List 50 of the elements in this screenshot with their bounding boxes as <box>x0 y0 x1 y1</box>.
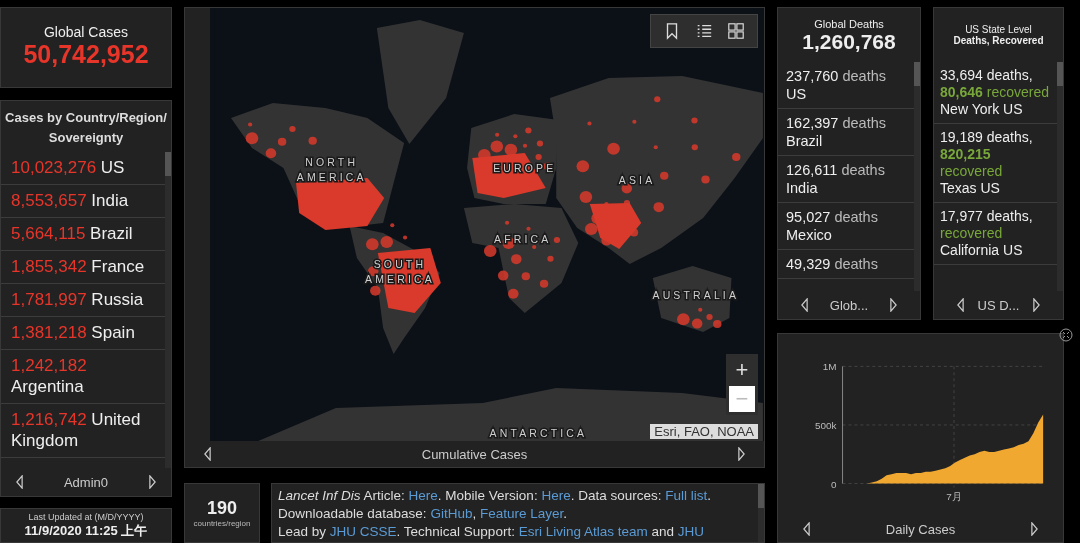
link[interactable]: Here <box>408 488 438 503</box>
panel-title: Cases by Country/Region/Sovereignty <box>4 109 168 147</box>
link[interactable]: Here <box>541 488 571 503</box>
last-updated-time: 11/9/2020 11:25 上午 <box>23 522 149 540</box>
scrollbar[interactable] <box>914 62 920 291</box>
panel-title: Global Cases <box>42 24 129 40</box>
y-tick-label: 500k <box>815 419 837 431</box>
scrollbar[interactable] <box>1057 62 1063 291</box>
scrollbar[interactable] <box>758 484 764 542</box>
y-tick-label: 0 <box>831 478 837 490</box>
panel-tab-label[interactable]: Daily Cases <box>885 521 956 537</box>
left-arrow-icon[interactable] <box>203 447 212 461</box>
panel-title: Global Deaths <box>813 18 885 30</box>
right-arrow-icon[interactable] <box>148 475 157 489</box>
right-arrow-icon[interactable] <box>1030 522 1039 536</box>
global-cases-count: 50,742,952 <box>22 40 150 69</box>
right-arrow-icon[interactable] <box>1032 298 1041 312</box>
info-paragraph: Lead by JHU CSSE. Technical Support: Esri Living Atlas team and JHU <box>278 523 705 541</box>
last-updated-label: Last Updated at (M/D/YYYY) <box>27 512 145 522</box>
panel-tab-label[interactable]: US D... <box>977 297 1020 313</box>
left-arrow-icon[interactable] <box>15 475 24 489</box>
right-arrow-icon[interactable] <box>737 447 746 461</box>
panel-tab-label[interactable]: Glob... <box>829 297 869 313</box>
link[interactable]: JHU CSSE <box>329 524 397 539</box>
x-axis-annotation: 7月 <box>946 491 962 503</box>
grid-icon[interactable] <box>727 22 745 40</box>
global-deaths-count: 1,260,768 <box>801 30 897 54</box>
info-paragraph: Lancet Inf Dis Article: Here. Mobile Version: Here. Data sources: Full list. Downloadable database: GitHub, Feature Layer. <box>278 487 712 523</box>
list-icon[interactable] <box>695 22 713 40</box>
scrollbar[interactable] <box>165 152 171 468</box>
right-arrow-icon[interactable] <box>889 298 898 312</box>
panel-title: US State Level <box>964 23 1033 35</box>
panel-tab-label[interactable]: Cumulative Cases <box>421 446 528 462</box>
left-arrow-icon[interactable] <box>800 298 809 312</box>
link[interactable]: Esri Living Atlas team <box>518 524 648 539</box>
country-count: 190 <box>205 498 238 519</box>
country-count-caption: countries/region <box>192 519 252 528</box>
map-label: ASIA <box>618 175 656 186</box>
panel-tab-label[interactable]: Admin0 <box>63 474 109 490</box>
map-label: NORTH AMERICA <box>296 157 367 183</box>
link[interactable]: Feature Layer <box>479 506 564 521</box>
map-label: AUSTRALIA <box>652 290 740 301</box>
map-label: ANTARCTICA <box>489 428 588 439</box>
panel-subtitle: Deaths, Recovered <box>952 35 1045 46</box>
link[interactable]: JHU <box>677 524 704 539</box>
left-arrow-icon[interactable] <box>802 522 811 536</box>
map-attribution: Esri, FAO, NOAA <box>650 424 758 439</box>
expand-icon[interactable] <box>1059 328 1073 342</box>
left-arrow-icon[interactable] <box>956 298 965 312</box>
y-tick-label: 1M <box>822 361 837 373</box>
